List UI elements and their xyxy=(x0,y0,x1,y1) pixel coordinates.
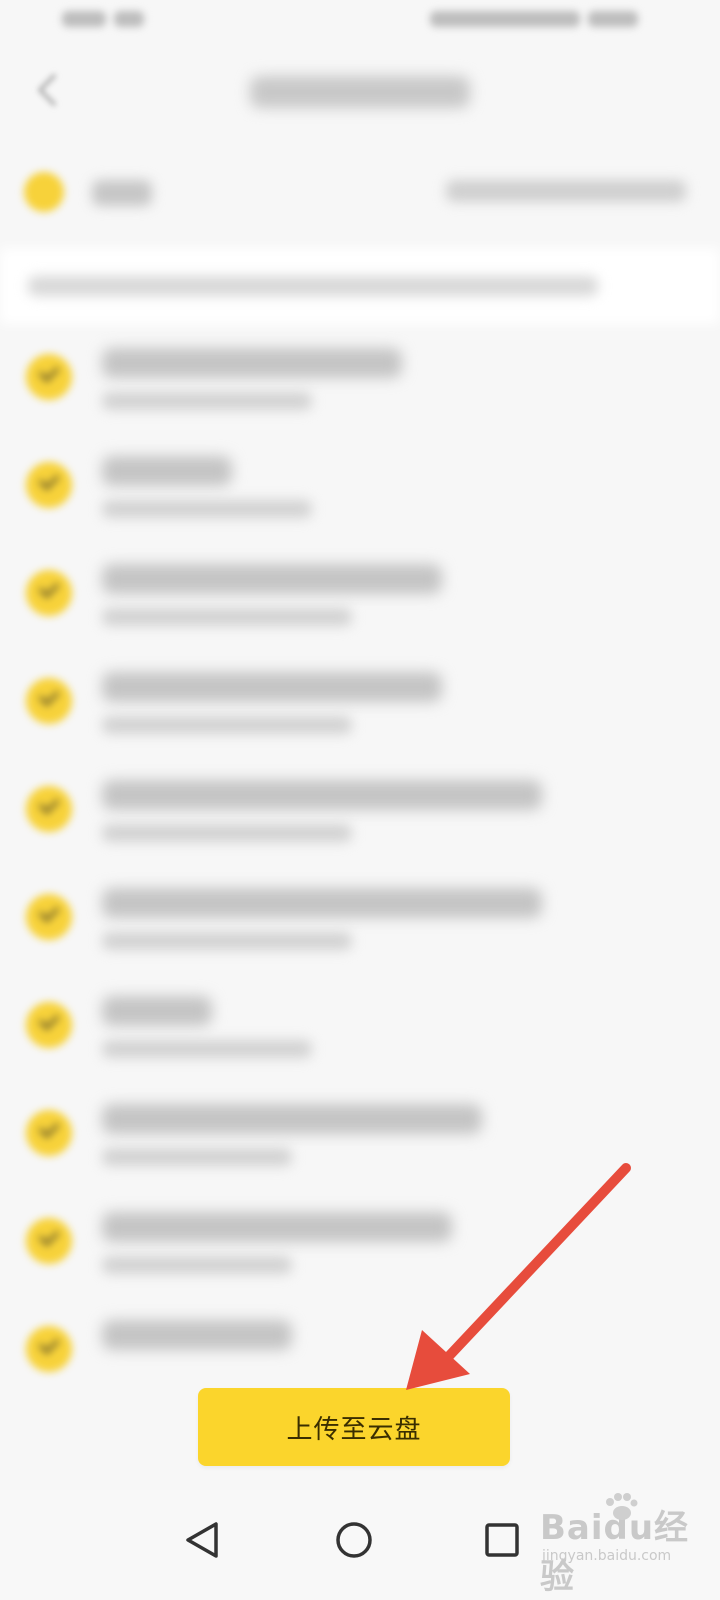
song-list-item[interactable] xyxy=(0,326,720,434)
song-list-item[interactable] xyxy=(0,650,720,758)
signal-icon xyxy=(62,8,162,32)
watermark-url: jingyan.baidu.com xyxy=(542,1548,672,1564)
hint-text xyxy=(28,276,598,296)
check-circle-icon[interactable] xyxy=(26,354,72,400)
page-title xyxy=(250,76,470,108)
check-circle-icon[interactable] xyxy=(26,678,72,724)
song-title xyxy=(102,996,212,1026)
song-title xyxy=(102,564,442,594)
status-indicators xyxy=(430,8,660,32)
square-recent-icon[interactable] xyxy=(470,1508,534,1572)
check-circle-icon[interactable] xyxy=(26,894,72,940)
song-subtitle xyxy=(102,392,312,410)
check-circle-icon[interactable] xyxy=(26,1110,72,1156)
song-list-item[interactable] xyxy=(0,866,720,974)
song-title xyxy=(102,1104,482,1134)
song-subtitle xyxy=(102,500,312,518)
circle-home-icon[interactable] xyxy=(322,1508,386,1572)
check-circle-icon[interactable] xyxy=(26,1218,72,1264)
song-title xyxy=(102,780,542,810)
baidu-watermark: Baidu经验 jingyan.baidu.com xyxy=(540,1490,710,1597)
check-circle-icon[interactable] xyxy=(26,1002,72,1048)
song-subtitle xyxy=(102,824,352,842)
select-all-check-icon[interactable] xyxy=(24,172,64,212)
header xyxy=(0,40,720,140)
check-circle-icon[interactable] xyxy=(26,786,72,832)
song-subtitle xyxy=(102,716,352,734)
song-list-item[interactable] xyxy=(0,542,720,650)
song-title xyxy=(102,456,232,486)
song-subtitle xyxy=(102,1256,292,1274)
select-all-label xyxy=(92,180,152,206)
song-list-item[interactable] xyxy=(0,434,720,542)
song-title xyxy=(102,888,542,918)
annotation-arrow-icon xyxy=(406,1163,631,1390)
check-circle-icon[interactable] xyxy=(26,570,72,616)
song-title xyxy=(102,348,402,378)
song-subtitle xyxy=(102,608,352,626)
song-subtitle xyxy=(102,932,352,950)
song-list-item[interactable] xyxy=(0,758,720,866)
selected-count xyxy=(446,180,686,202)
status-bar xyxy=(0,0,720,40)
screen: 上传至云盘 Baidu经验 jingyan.baidu.com xyxy=(0,0,720,1600)
paw-icon xyxy=(606,1493,638,1520)
song-subtitle xyxy=(102,1040,312,1058)
triangle-back-icon[interactable] xyxy=(170,1508,234,1572)
song-title xyxy=(102,672,442,702)
back-arrow-icon[interactable] xyxy=(30,72,66,108)
check-circle-icon[interactable] xyxy=(26,1326,72,1372)
song-subtitle xyxy=(102,1148,292,1166)
check-circle-icon[interactable] xyxy=(26,462,72,508)
song-title xyxy=(102,1320,292,1350)
song-list-item[interactable] xyxy=(0,974,720,1082)
